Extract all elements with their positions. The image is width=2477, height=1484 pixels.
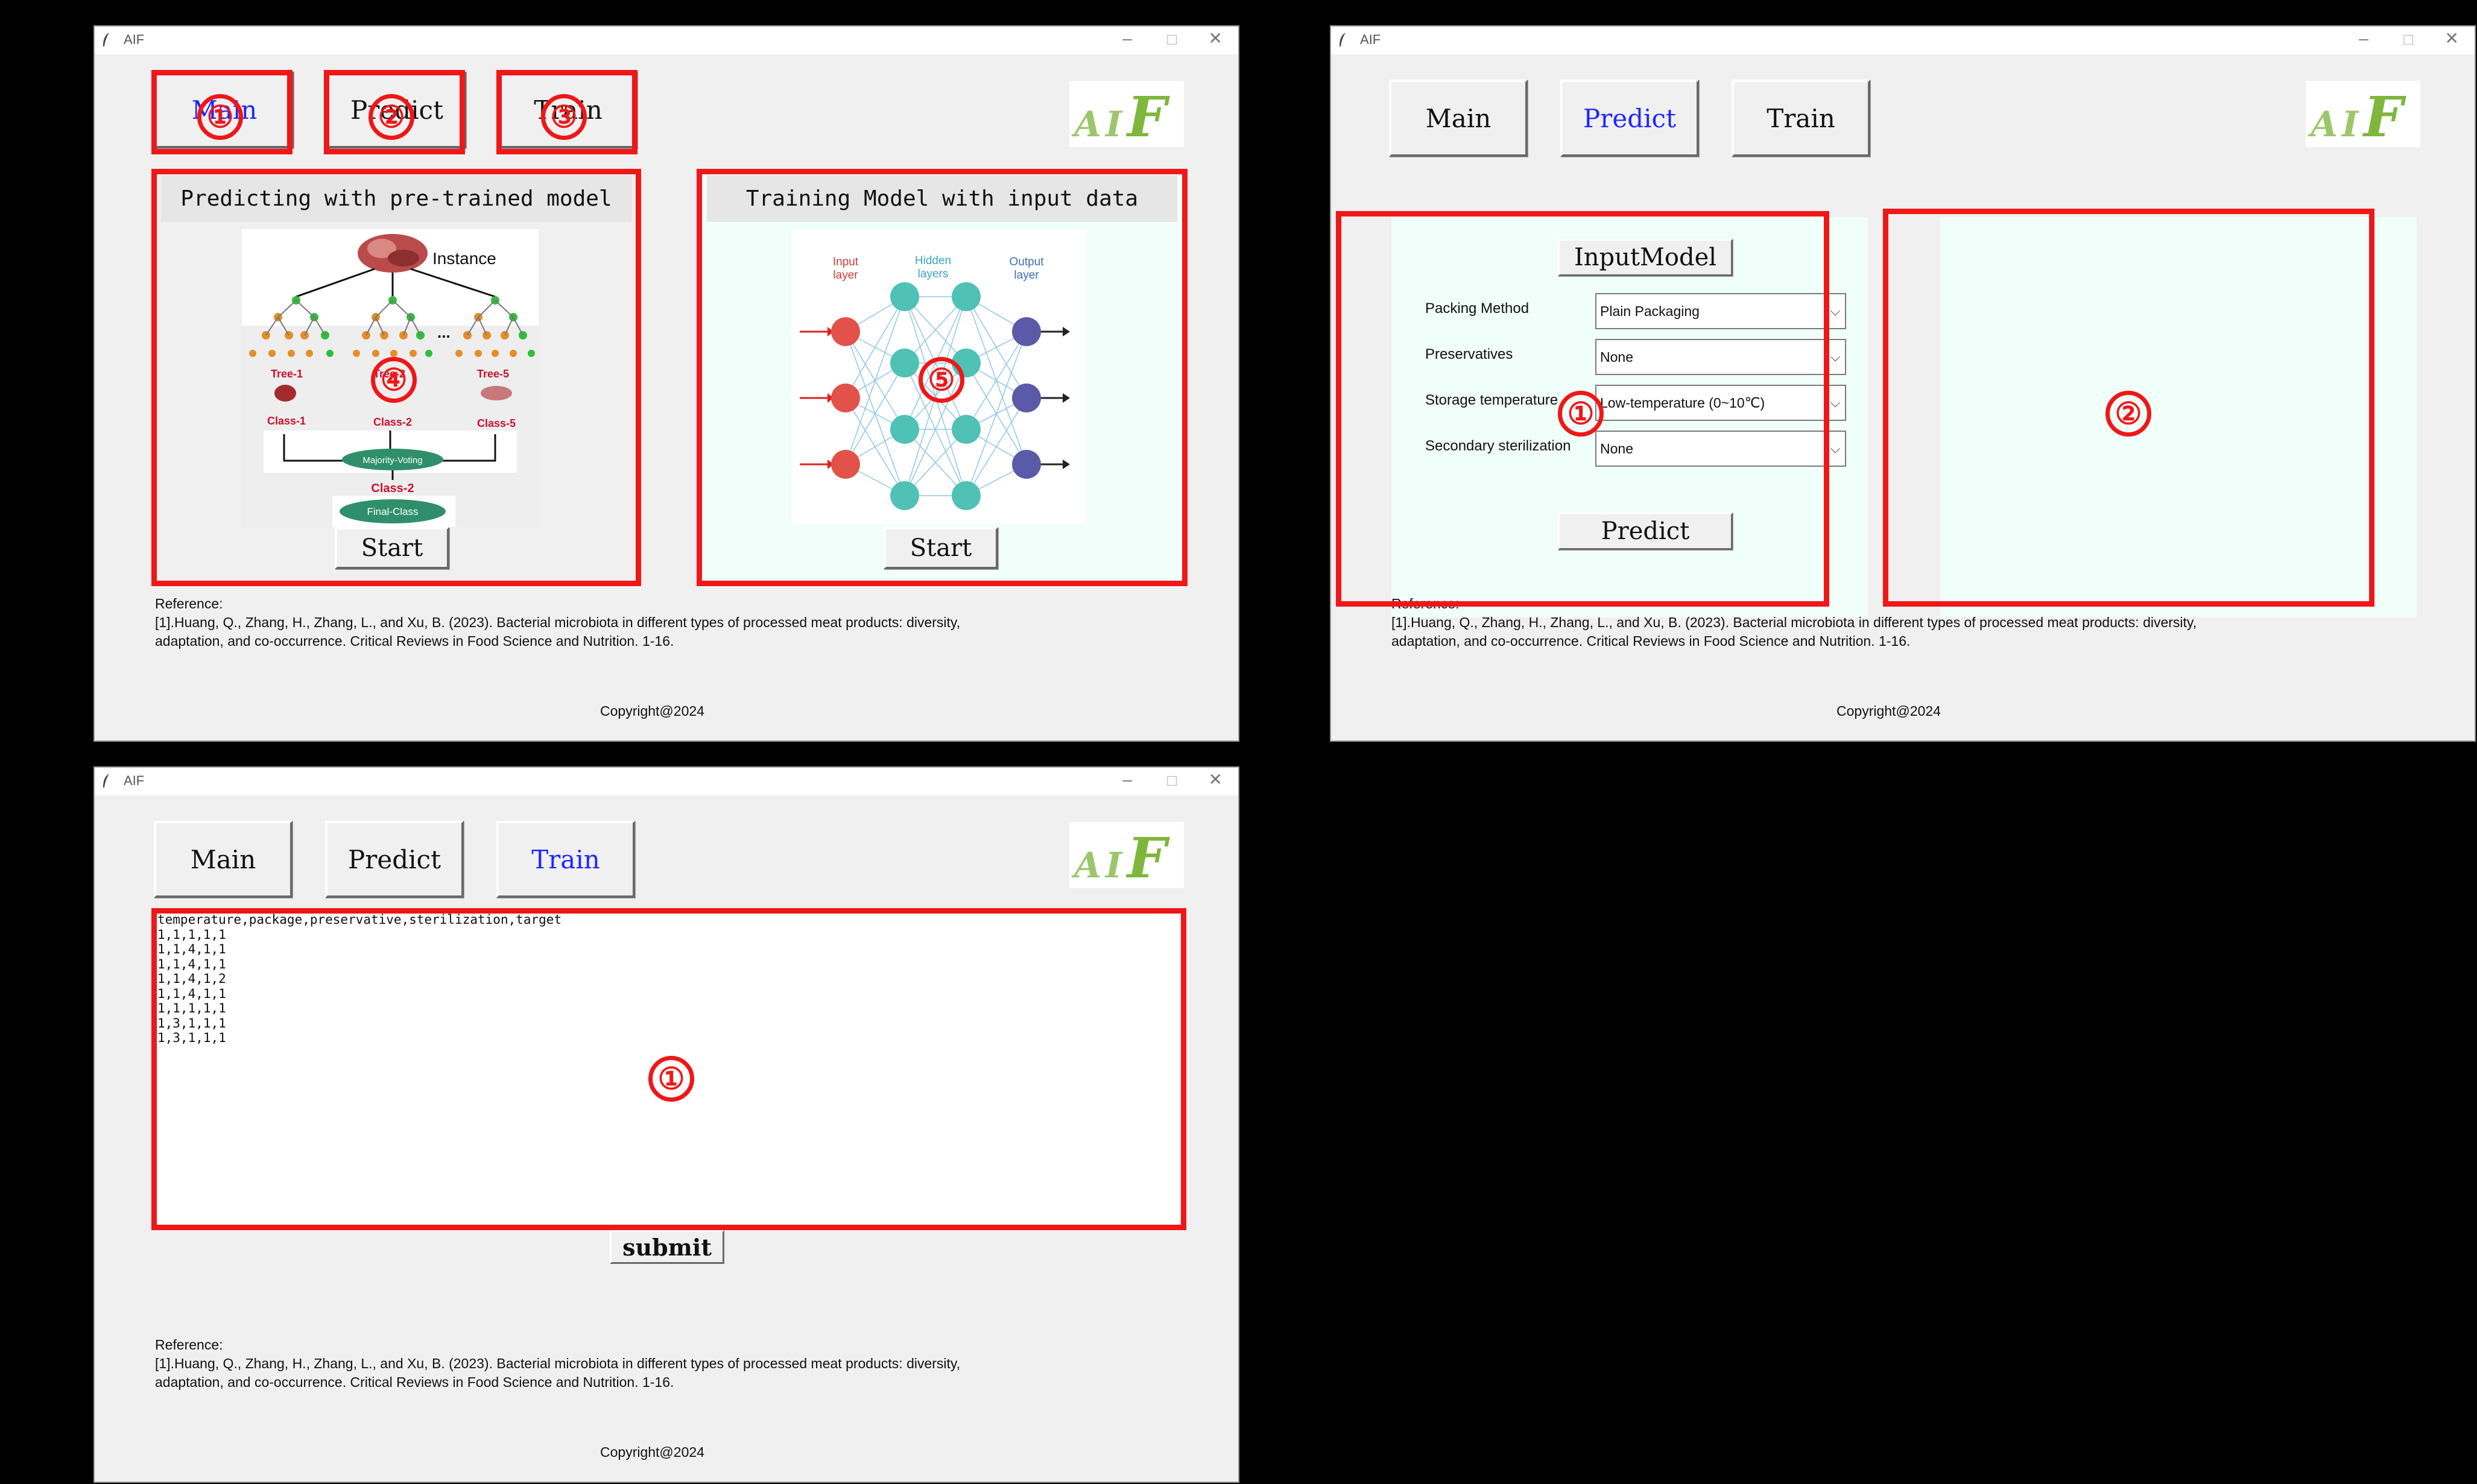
nav-predict-button[interactable]: Predict [1560, 80, 1699, 157]
svg-text:Tree-1: Tree-1 [271, 368, 303, 380]
packing-method-select[interactable]: Plain Packaging ⌵ [1595, 293, 1846, 329]
predict-window: AIF – ☐ ✕ Main Predict Train A I F Input… [1330, 25, 2476, 742]
svg-text:Class-2: Class-2 [371, 482, 414, 495]
annotation-marker-3: ③ [541, 94, 587, 140]
svg-text:Final-Class: Final-Class [367, 506, 418, 517]
train-window: AIF – ☐ ✕ Main Predict Train A I F tempe… [93, 766, 1239, 1483]
svg-text:Tree-5: Tree-5 [477, 368, 509, 380]
copyright-text: Copyright@2024 [600, 703, 704, 719]
title-bar: AIF – ☐ ✕ [95, 27, 1238, 54]
predict-panel-title: Predicting with pre-trained model [161, 175, 631, 222]
storage-temperature-select[interactable]: Low-temperature (0~10℃) ⌵ [1595, 385, 1846, 421]
aif-logo: A I F [1069, 81, 1184, 150]
annotation-marker-4: ④ [371, 357, 417, 403]
chevron-down-icon: ⌵ [1824, 294, 1845, 328]
main-window: AIF – ☐ ✕ Main Predict Train A I F Predi… [93, 25, 1239, 742]
nav-predict-button[interactable]: Predict [325, 821, 464, 898]
field-label-storage: Storage temperature [1425, 392, 1558, 408]
input-model-button[interactable]: InputModel [1558, 239, 1733, 276]
close-icon[interactable]: ✕ [2445, 30, 2459, 48]
feather-icon [1340, 33, 1346, 46]
maximize-icon[interactable]: ☐ [1166, 772, 1178, 791]
annotation-marker-1: ① [1558, 391, 1604, 437]
svg-text:layer: layer [833, 269, 858, 282]
svg-text:Majority-Voting: Majority-Voting [362, 455, 422, 466]
close-icon[interactable]: ✕ [1209, 30, 1223, 48]
preservatives-select[interactable]: None ⌵ [1595, 339, 1846, 375]
minimize-icon[interactable]: – [2359, 30, 2368, 48]
nav-train-button[interactable]: Train [496, 821, 635, 898]
chevron-down-icon: ⌵ [1824, 340, 1845, 374]
window-title: AIF [124, 32, 145, 47]
title-bar: AIF – ☐ ✕ [95, 768, 1238, 795]
aif-logo: A I F [1069, 822, 1184, 891]
copyright-text: Copyright@2024 [600, 1444, 704, 1460]
annotation-marker-2: ② [2105, 391, 2151, 437]
chevron-down-icon: ⌵ [1824, 432, 1845, 466]
field-label-sterilization: Secondary sterilization [1425, 438, 1571, 454]
window-title: AIF [124, 773, 145, 788]
svg-text:Hidden: Hidden [915, 254, 951, 267]
predict-button[interactable]: Predict [1558, 513, 1733, 550]
svg-text:layers: layers [918, 268, 949, 280]
annotation-marker-2: ② [369, 94, 414, 140]
nav-train-button[interactable]: Train [1732, 80, 1870, 157]
svg-text:layer: layer [1014, 269, 1039, 282]
predict-start-button[interactable]: Start [335, 527, 449, 569]
feather-icon [103, 33, 109, 46]
copyright-text: Copyright@2024 [1836, 703, 1941, 719]
reference-block: Reference: [1].Huang, Q., Zhang, H., Zha… [1391, 596, 2197, 649]
svg-text:Class-5: Class-5 [477, 417, 516, 429]
minimize-icon[interactable]: – [1122, 30, 1132, 48]
reference-block: Reference: [1].Huang, Q., Zhang, H., Zha… [155, 596, 961, 649]
train-panel-title: Training Model with input data [707, 175, 1177, 222]
annotation-marker-1: ① [648, 1056, 694, 1102]
close-icon[interactable]: ✕ [1209, 771, 1223, 789]
nav-main-button[interactable]: Main [154, 821, 293, 898]
input-panel: InputModel Packing Method Plain Packagin… [1391, 217, 1868, 617]
prediction-output-panel [1940, 217, 2417, 617]
svg-text:Input: Input [833, 256, 859, 268]
maximize-icon[interactable]: ☐ [1166, 31, 1178, 49]
aif-logo: A I F [2306, 81, 2420, 150]
annotation-marker-1: ① [197, 94, 243, 140]
svg-text:Instance: Instance [432, 249, 496, 268]
svg-text:Output: Output [1009, 256, 1044, 268]
svg-text:...: ... [437, 323, 451, 341]
field-label-preservatives: Preservatives [1425, 346, 1513, 362]
minimize-icon[interactable]: – [1122, 771, 1132, 789]
title-bar: AIF – ☐ ✕ [1331, 27, 2475, 54]
field-label-packing: Packing Method [1425, 300, 1530, 317]
feather-icon [103, 774, 109, 788]
train-start-button[interactable]: Start [884, 527, 998, 569]
window-title: AIF [1360, 32, 1381, 47]
maximize-icon[interactable]: ☐ [2402, 31, 2414, 49]
chevron-down-icon: ⌵ [1824, 386, 1845, 420]
reference-block: Reference: [1].Huang, Q., Zhang, H., Zha… [155, 1337, 961, 1390]
nav-main-button[interactable]: Main [1389, 80, 1528, 157]
secondary-sterilization-select[interactable]: None ⌵ [1595, 431, 1846, 467]
svg-text:Class-2: Class-2 [373, 416, 412, 428]
submit-button[interactable]: submit [610, 1230, 724, 1264]
annotation-marker-5: ⑤ [919, 357, 964, 403]
svg-text:Class-1: Class-1 [267, 415, 306, 427]
